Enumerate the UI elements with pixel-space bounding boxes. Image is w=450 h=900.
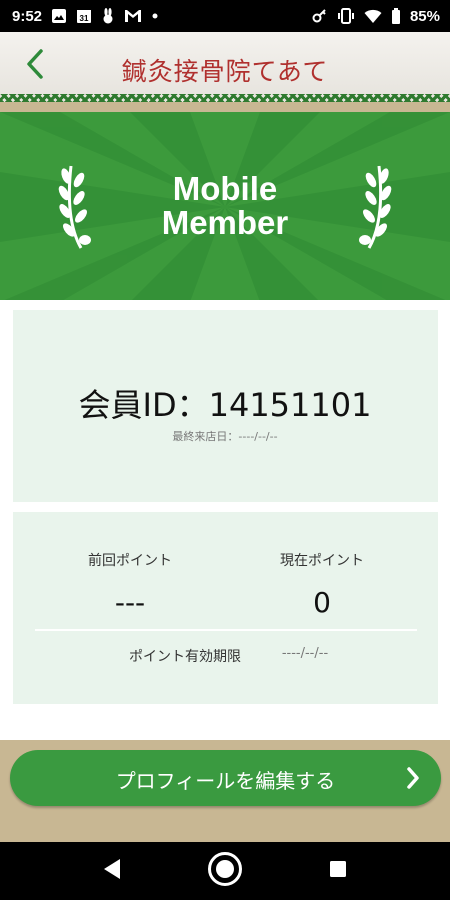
key-icon [312,8,328,24]
dot-icon [151,12,159,20]
decorative-strip [0,94,450,102]
image-icon [51,8,67,24]
points-expiry-label: ポイント有効期限 [129,649,241,665]
nav-home-button[interactable] [195,842,255,900]
laurel-left-icon [55,160,95,256]
svg-text:31: 31 [80,14,89,23]
current-points-value: 0 [313,586,331,619]
status-time: 9:52 [12,7,43,25]
wifi-icon [364,8,382,24]
nav-recents-button[interactable] [308,842,368,900]
last-visit-date: 最終来店日：----/--/-- [172,430,278,443]
points-divider [35,629,417,631]
nav-back-button[interactable] [82,842,142,900]
previous-points-label: 前回ポイント [88,553,172,569]
previous-points-value: --- [114,586,146,619]
gmail-icon [124,9,142,23]
recents-square-icon [329,860,347,882]
points-expiry-value: ----/--/-- [281,646,329,661]
system-nav-bar [0,842,450,900]
member-id: 会員ID：14151101 [78,386,372,424]
laurel-right-icon [355,160,395,256]
page-title: 鍼灸接骨院てあて [121,57,329,86]
status-bar: 9:52 31 85% [0,0,450,32]
rabbit-icon [101,8,115,24]
current-points-label: 現在ポイント [280,553,364,569]
vibrate-icon [337,8,355,24]
calendar-icon: 31 [76,8,92,24]
battery-percent: 85% [409,7,440,25]
app-bar: 鍼灸接骨院てあて [0,32,450,103]
chevron-right-icon [405,766,421,794]
back-triangle-icon [102,858,122,884]
edit-profile-label: プロフィールを編集する [115,769,336,793]
edit-profile-button[interactable]: プロフィールを編集する [10,750,441,806]
battery-icon [391,8,401,24]
home-circle-icon [207,851,243,891]
